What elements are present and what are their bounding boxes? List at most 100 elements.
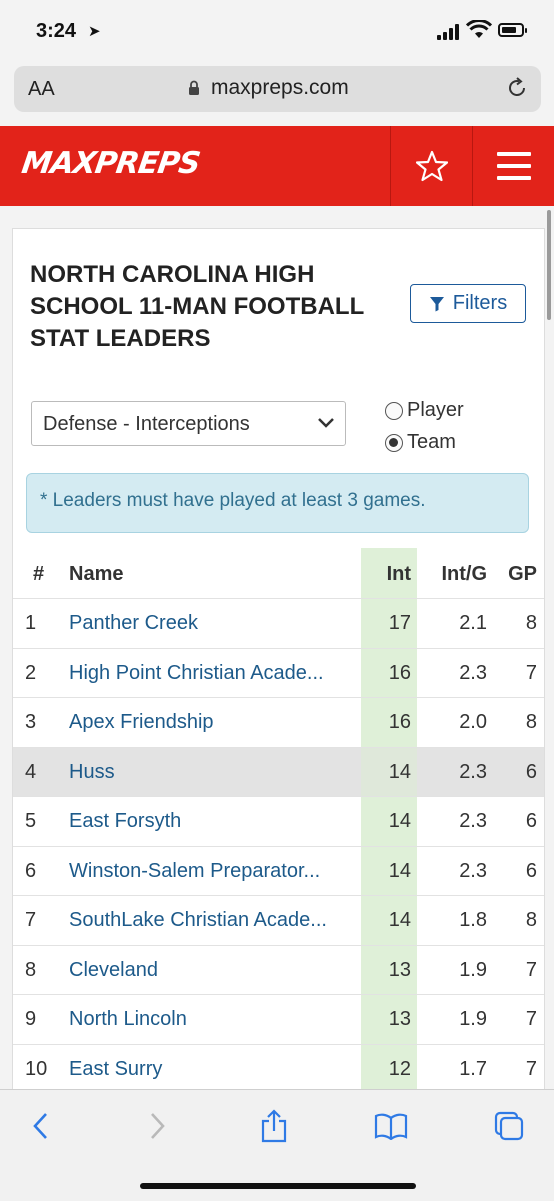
table-row[interactable]: 5 East Forsyth 14 2.3 6 bbox=[13, 796, 544, 847]
team-name-link[interactable]: North Lincoln bbox=[69, 995, 354, 1044]
row-rank: 2 bbox=[25, 661, 37, 684]
chevron-right-icon bbox=[151, 1113, 165, 1139]
address-bar[interactable]: AA maxpreps.com bbox=[14, 66, 541, 112]
team-name-link[interactable]: Huss bbox=[69, 748, 354, 797]
status-time: 3:24 bbox=[36, 20, 77, 42]
share-icon bbox=[261, 1109, 287, 1143]
row-rank: 4 bbox=[25, 760, 37, 783]
row-int-per-game: 2.3 bbox=[459, 760, 487, 783]
table-row[interactable]: 4 Huss 14 2.3 6 bbox=[13, 746, 544, 797]
row-rank: 8 bbox=[25, 958, 37, 981]
menu-button[interactable] bbox=[473, 126, 554, 206]
tabs-button[interactable] bbox=[489, 1108, 529, 1144]
star-icon bbox=[416, 150, 448, 182]
radio-player[interactable]: Player bbox=[385, 399, 464, 422]
row-rank: 3 bbox=[25, 711, 37, 733]
chevron-down-icon bbox=[318, 418, 334, 428]
row-int: 16 bbox=[388, 711, 411, 733]
header-gp[interactable]: GP bbox=[487, 548, 537, 600]
table-row[interactable]: 8 Cleveland 13 1.9 7 bbox=[13, 944, 544, 996]
home-indicator bbox=[140, 1183, 416, 1189]
header-name[interactable]: Name bbox=[69, 548, 354, 600]
tabs-icon bbox=[494, 1111, 524, 1141]
row-rank: 6 bbox=[25, 859, 37, 882]
book-icon bbox=[374, 1113, 408, 1140]
row-gp: 7 bbox=[525, 1008, 537, 1030]
table-row[interactable]: 9 North Lincoln 13 1.9 7 bbox=[13, 994, 544, 1045]
row-gp: 6 bbox=[525, 859, 537, 882]
filter-funnel-icon bbox=[429, 296, 444, 311]
maxpreps-logo[interactable]: MAXPREPS bbox=[20, 146, 202, 181]
team-name-link[interactable]: Winston-Salem Preparator... bbox=[69, 847, 354, 896]
row-rank: 5 bbox=[25, 810, 37, 832]
radio-team-label: Team bbox=[407, 431, 456, 453]
reload-icon[interactable] bbox=[505, 76, 529, 100]
stat-category-select[interactable]: Defense - Interceptions bbox=[31, 401, 346, 446]
team-name-link[interactable]: Apex Friendship bbox=[69, 698, 354, 747]
row-int-per-game: 1.9 bbox=[459, 1008, 487, 1030]
row-int: 12 bbox=[388, 1057, 411, 1080]
row-int-per-game: 2.3 bbox=[459, 661, 487, 684]
table-row[interactable]: 2 High Point Christian Acade... 16 2.3 7 bbox=[13, 647, 544, 699]
row-gp: 8 bbox=[525, 909, 537, 931]
eligibility-note: * Leaders must have played at least 3 ga… bbox=[26, 473, 529, 533]
wifi-icon bbox=[466, 20, 492, 38]
favorite-button[interactable] bbox=[391, 126, 473, 206]
row-int: 14 bbox=[361, 747, 417, 797]
radio-player-circle[interactable] bbox=[385, 401, 403, 420]
row-int-per-game: 1.7 bbox=[459, 1057, 487, 1080]
stat-leaders-card: NORTH CAROLINA HIGH SCHOOL 11-MAN FOOTBA… bbox=[12, 228, 545, 1092]
bookmarks-button[interactable] bbox=[371, 1108, 411, 1144]
row-rank: 10 bbox=[25, 1057, 48, 1080]
row-int-per-game: 2.3 bbox=[459, 859, 487, 882]
row-gp: 7 bbox=[525, 661, 537, 684]
header-rank[interactable]: # bbox=[33, 548, 44, 600]
table-row[interactable]: 1 Panther Creek 17 2.1 8 bbox=[13, 598, 544, 649]
table-row[interactable]: 6 Winston-Salem Preparator... 14 2.3 6 bbox=[13, 845, 544, 897]
row-int: 14 bbox=[388, 859, 411, 882]
location-arrow-icon: ➤ bbox=[88, 23, 101, 40]
table-row[interactable]: 7 SouthLake Christian Acade... 14 1.8 8 bbox=[13, 895, 544, 946]
team-name-link[interactable]: East Forsyth bbox=[69, 797, 354, 846]
row-rank: 1 bbox=[25, 612, 37, 634]
row-gp: 7 bbox=[525, 958, 537, 981]
row-int-per-game: 2.3 bbox=[459, 810, 487, 832]
page-title: NORTH CAROLINA HIGH SCHOOL 11-MAN FOOTBA… bbox=[30, 261, 364, 352]
header-int-per-game[interactable]: Int/G bbox=[417, 548, 487, 600]
table-row[interactable]: 3 Apex Friendship 16 2.0 8 bbox=[13, 697, 544, 748]
forward-button[interactable] bbox=[137, 1108, 177, 1144]
filters-button[interactable]: Filters bbox=[410, 284, 526, 323]
row-rank: 7 bbox=[25, 909, 37, 931]
row-gp: 6 bbox=[525, 810, 537, 832]
team-name-link[interactable]: Panther Creek bbox=[69, 599, 354, 648]
row-int: 14 bbox=[388, 810, 411, 832]
back-button[interactable] bbox=[21, 1108, 61, 1144]
url-text[interactable]: maxpreps.com bbox=[211, 76, 349, 100]
row-int-per-game: 1.8 bbox=[459, 909, 487, 931]
row-int: 17 bbox=[388, 612, 411, 634]
text-size-button[interactable]: AA bbox=[28, 78, 55, 101]
team-name-link[interactable]: East Surry bbox=[69, 1045, 354, 1092]
scroll-indicator[interactable] bbox=[547, 210, 551, 320]
row-int: 16 bbox=[388, 661, 411, 684]
team-name-link[interactable]: SouthLake Christian Acade... bbox=[69, 896, 354, 945]
filters-label: Filters bbox=[452, 292, 508, 314]
team-name-link[interactable]: Cleveland bbox=[69, 946, 354, 995]
radio-team-circle[interactable] bbox=[385, 433, 403, 452]
hamburger-icon bbox=[496, 152, 531, 180]
header-int[interactable]: Int bbox=[361, 548, 417, 600]
radio-team[interactable]: Team bbox=[385, 431, 456, 454]
row-int-per-game: 2.1 bbox=[459, 612, 487, 634]
team-name-link[interactable]: High Point Christian Acade... bbox=[69, 649, 354, 698]
row-gp: 6 bbox=[525, 760, 537, 783]
table-header: # Name Int Int/G GP bbox=[13, 548, 544, 598]
share-button[interactable] bbox=[254, 1108, 294, 1144]
table-row[interactable]: 10 East Surry 12 1.7 7 bbox=[13, 1043, 544, 1092]
row-int: 14 bbox=[388, 909, 411, 931]
battery-icon bbox=[498, 23, 527, 37]
stat-category-value: Defense - Interceptions bbox=[43, 413, 250, 435]
row-gp: 7 bbox=[525, 1057, 537, 1080]
row-int-per-game: 2.0 bbox=[459, 711, 487, 733]
cellular-signal-icon bbox=[437, 24, 459, 40]
row-int: 13 bbox=[388, 958, 411, 981]
